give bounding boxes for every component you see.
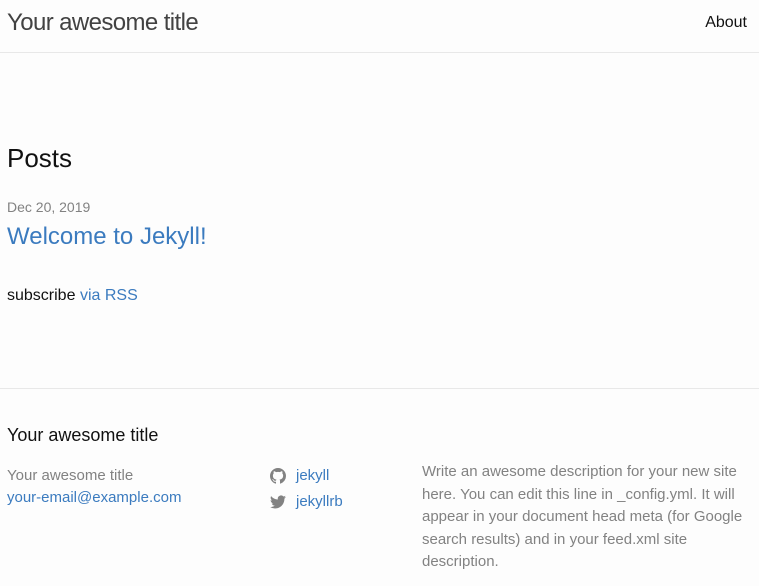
footer-social: jekyll jekyllrb [270,463,343,515]
footer-heading: Your awesome title [7,425,159,445]
footer-contact-name: Your awesome title [7,467,134,484]
footer-contact: Your awesome title your-email@example.co… [7,465,181,509]
footer-description: Write an awesome description for your ne… [422,463,743,570]
footer-email-link[interactable]: your-email@example.com [7,487,181,509]
rss-prefix: subscribe [7,287,76,304]
post-link[interactable]: Welcome to Jekyll! [7,223,207,251]
page-content: Posts Dec 20, 2019 Welcome to Jekyll! su… [0,53,759,389]
github-username: jekyll [296,467,330,484]
github-icon [270,468,286,484]
rss-subscribe: subscribe via RSS [7,287,138,305]
github-link[interactable]: jekyll [270,463,343,489]
twitter-icon [270,495,286,509]
site-header: Your awesome title About [0,0,759,53]
twitter-username: jekyllrb [296,493,343,510]
site-title-link[interactable]: Your awesome title [7,9,199,37]
post-date: Dec 20, 2019 [7,199,91,215]
nav-link-about[interactable]: About [705,14,747,32]
post-list-heading: Posts [7,143,73,173]
site-footer: Your awesome title Your awesome title yo… [0,389,759,585]
twitter-link[interactable]: jekyllrb [270,489,343,515]
rss-link[interactable]: via RSS [80,287,138,304]
